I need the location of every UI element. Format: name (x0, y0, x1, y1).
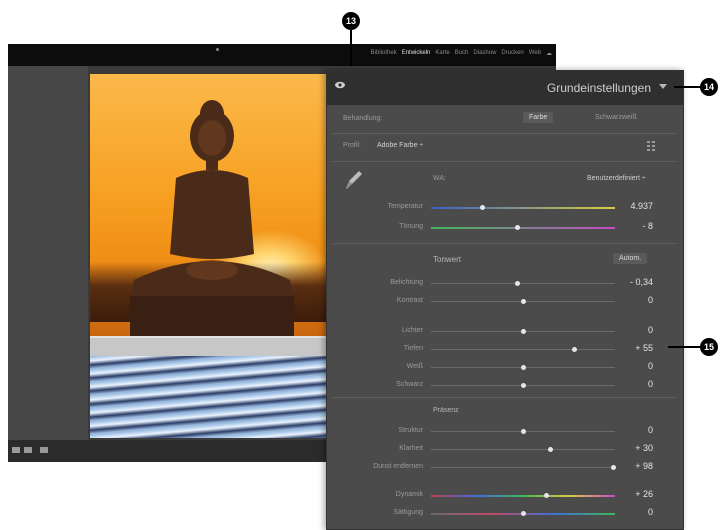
bw-button[interactable]: Schwarzweiß (589, 112, 643, 123)
slider-value[interactable]: 0 (619, 425, 653, 435)
slider-value[interactable]: 4.937 (619, 201, 653, 211)
presence-title: Präsenz (433, 407, 459, 414)
slider-thumb[interactable] (514, 281, 520, 286)
module-map[interactable]: Karte (435, 50, 449, 57)
profile-select[interactable]: Adobe Farbe ÷ (377, 142, 423, 149)
module-print[interactable]: Drucken (501, 50, 523, 57)
slider-value[interactable]: + 98 (619, 461, 653, 471)
slider-thumb[interactable] (520, 511, 526, 516)
slider-thumb[interactable] (520, 365, 526, 370)
buddha-statue (130, 100, 294, 336)
topbar-dot (216, 48, 219, 51)
slider-label: Temperatur (387, 203, 423, 210)
divider (333, 161, 677, 162)
loupe-view-icon[interactable] (12, 447, 20, 453)
cloud-icon[interactable]: ☁ (546, 50, 552, 57)
compare-view-icon[interactable] (24, 447, 32, 453)
temperature-thumb[interactable] (480, 205, 486, 210)
module-bar: Bibliothek Entwickeln Karte Buch Diashow… (8, 44, 556, 66)
slider-value[interactable]: 0 (619, 325, 653, 335)
treatment-label: Behandlung: (343, 115, 383, 122)
slider-value[interactable]: + 55 (619, 343, 653, 353)
slider-thumb[interactable] (544, 493, 550, 498)
photo-preview[interactable] (90, 74, 334, 438)
tint-track[interactable] (431, 227, 615, 229)
module-picker: Bibliothek Entwickeln Karte Buch Diashow… (371, 50, 552, 57)
slider-track[interactable] (431, 467, 615, 468)
slider-track[interactable] (431, 495, 615, 497)
module-web[interactable]: Web (529, 50, 541, 57)
slider-thumb[interactable] (572, 347, 578, 352)
auto-button[interactable]: Autom. (613, 253, 648, 264)
slider-value[interactable]: 0 (619, 507, 653, 517)
slider-label: Dynamik (395, 491, 423, 498)
color-button[interactable]: Farbe (523, 112, 554, 123)
slider-label: Lichter (401, 327, 423, 334)
profile-browser-icon[interactable] (647, 140, 657, 152)
callout-13-line (350, 30, 352, 66)
tint-thumb[interactable] (514, 225, 520, 230)
divider (333, 133, 677, 134)
slider-track[interactable] (431, 283, 615, 284)
basic-panel: Grundeinstellungen Behandlung: Farbe Sch… (326, 70, 684, 530)
slider-label: Sättigung (393, 509, 423, 516)
slider-value[interactable]: - 0,34 (619, 277, 653, 287)
slider-thumb[interactable] (520, 299, 526, 304)
slider-label: Kontrast (396, 297, 423, 304)
slider-track[interactable] (431, 449, 615, 450)
slider-label: Schwarz (396, 381, 423, 388)
slider-label: Struktur (398, 427, 423, 434)
slider-label: Dunst entfernen (373, 463, 423, 470)
callout-15-line (668, 346, 702, 348)
slider-value[interactable]: + 26 (619, 489, 653, 499)
slider-thumb[interactable] (610, 465, 616, 470)
module-slideshow[interactable]: Diashow (473, 50, 496, 57)
left-panel-collapsed (8, 66, 88, 440)
slider-value[interactable]: 0 (619, 295, 653, 305)
slider-thumb[interactable] (520, 429, 526, 434)
panel-title: Grundeinstellungen (546, 81, 651, 95)
slider-label: Tiefen (403, 345, 423, 352)
module-library[interactable]: Bibliothek (371, 50, 397, 57)
collapse-triangle-icon[interactable] (659, 84, 667, 89)
photo-pool-edge (90, 336, 334, 356)
slider-label: Belichtung (390, 279, 423, 286)
wb-label: WA: (433, 175, 446, 182)
slider-thumb[interactable] (520, 329, 526, 334)
eyedropper-icon[interactable] (345, 169, 363, 191)
temperature-track[interactable] (431, 207, 615, 209)
slider-value[interactable]: + 30 (619, 443, 653, 453)
slider-label: Tönung (399, 223, 423, 230)
eye-icon[interactable] (335, 81, 345, 89)
tone-title: Tonwert (433, 255, 462, 264)
profile-row: Profil: Adobe Farbe ÷ (327, 139, 683, 153)
callout-13: 13 (342, 12, 360, 30)
slider-label: Weiß (406, 363, 423, 370)
module-book[interactable]: Buch (455, 50, 469, 57)
slider-value[interactable]: 0 (619, 361, 653, 371)
slider-value[interactable]: 0 (619, 379, 653, 389)
callout-14: 14 (700, 78, 718, 96)
wb-select[interactable]: Benutzerdefiniert ÷ (587, 175, 646, 182)
divider (333, 397, 677, 398)
slider-track[interactable] (431, 349, 615, 350)
treatment-row: Behandlung: Farbe Schwarzweiß (327, 111, 683, 127)
module-develop[interactable]: Entwickeln (402, 50, 431, 57)
slider-value[interactable]: - 8 (619, 221, 653, 231)
callout-15: 15 (700, 338, 718, 356)
slider-thumb[interactable] (520, 383, 526, 388)
profile-label: Profil: (343, 142, 361, 149)
slider-thumb[interactable] (548, 447, 554, 452)
photo-water (90, 356, 334, 438)
divider (333, 243, 677, 244)
callout-14-line (674, 86, 702, 88)
survey-view-icon[interactable] (40, 447, 48, 453)
slider-label: Klarheit (399, 445, 423, 452)
panel-header[interactable]: Grundeinstellungen (327, 71, 683, 105)
